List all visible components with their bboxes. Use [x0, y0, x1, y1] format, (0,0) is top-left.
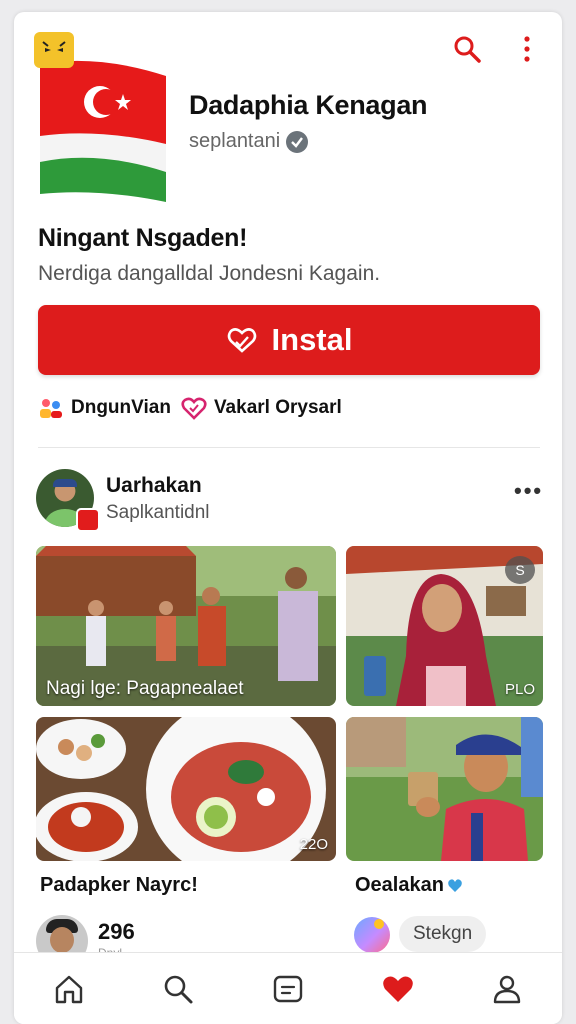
home-icon [55, 975, 82, 1004]
stekgn-button[interactable]: Stekgn [399, 916, 487, 952]
nav-profile[interactable] [482, 964, 532, 1014]
photo-tile-food[interactable]: 22O [36, 717, 336, 861]
more-options-button[interactable] [510, 32, 544, 66]
divider [38, 447, 540, 448]
developer-name[interactable]: seplantani [189, 130, 309, 153]
tile-caption: Nagi lge: Pagapnealaet [46, 678, 244, 699]
card-title-2[interactable]: Oealakan [355, 874, 463, 897]
chip-label: DngunVian [71, 397, 171, 418]
chip-dngunvian[interactable]: DngunVian [38, 396, 171, 420]
tile-count: PLO [504, 681, 535, 698]
install-label: Instal [271, 322, 353, 357]
boy-phone-photo-icon [346, 717, 543, 861]
app-card: Dadaphia Kenagan seplantani Ningant Nsga… [14, 12, 562, 1024]
developer-label: seplantani [189, 130, 281, 152]
post-author-sub: Saplkantidnl [106, 502, 210, 523]
nav-search[interactable] [153, 964, 203, 1014]
chip-vakarl-orysarl[interactable]: Vakarl Orysarl [181, 396, 342, 420]
favorites-icon [382, 976, 413, 1002]
heart-outline-icon [227, 328, 256, 353]
photo-tile-woman[interactable]: S PLO [346, 546, 543, 706]
post-author[interactable]: Uarhakan [106, 474, 202, 498]
messages-icon [273, 975, 303, 1003]
headline: Ningant Nsgaden! [38, 224, 248, 252]
more-vertical-icon [524, 36, 530, 62]
photo-tile-group[interactable]: Nagi lge: Pagapnealaet [36, 546, 336, 706]
food-photo-icon [36, 717, 336, 861]
nav-messages[interactable] [263, 964, 313, 1014]
post-more-icon[interactable]: ••• [514, 478, 543, 504]
card-title-1[interactable]: Padapker Nayrc! [40, 874, 198, 897]
avatar-badge-icon [76, 508, 100, 532]
card-title-2-label: Oealakan [355, 874, 444, 896]
bottom-nav [14, 952, 562, 1024]
install-button[interactable]: Instal [38, 305, 540, 375]
profile-icon [493, 975, 521, 1004]
app-mini-icon[interactable] [354, 917, 390, 953]
search-button[interactable] [450, 32, 484, 66]
tile-count: 22O [299, 836, 328, 853]
tag-chips: DngunVian Vakarl Orysarl [38, 396, 342, 420]
tile-corner-badge-icon: S [505, 556, 535, 584]
people-icon [40, 399, 62, 418]
search-icon [454, 36, 481, 63]
subline: Nerdiga dangalldal Jondesni Kagain. [38, 262, 381, 285]
heart-icon [181, 397, 207, 420]
chip-label: Vakarl Orysarl [213, 397, 342, 418]
nav-home[interactable] [44, 964, 94, 1014]
photo-tile-boy[interactable] [346, 717, 543, 861]
mascot-badge-icon [34, 32, 74, 68]
stat-number: 296 [98, 919, 135, 944]
nav-favorites[interactable] [373, 964, 423, 1014]
app-title: Dadaphia Kenagan [189, 90, 428, 120]
search-icon [165, 975, 193, 1004]
verified-heart-icon [448, 878, 462, 892]
app-icon [34, 32, 174, 202]
verified-icon [286, 130, 309, 153]
